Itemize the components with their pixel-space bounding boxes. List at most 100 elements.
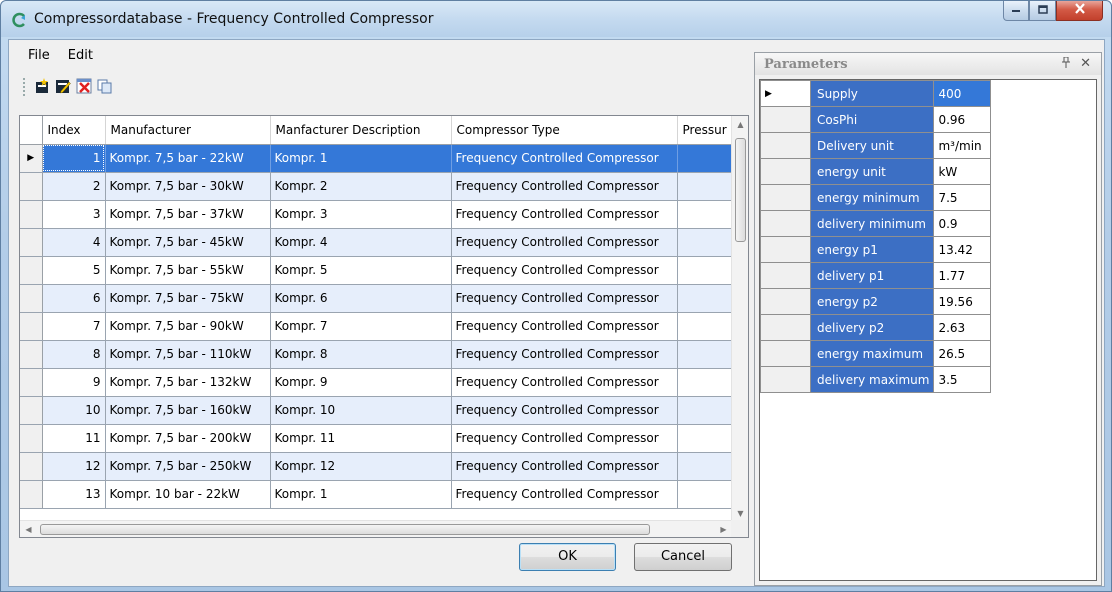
- parameter-row-header[interactable]: ▶: [760, 80, 811, 107]
- row-header[interactable]: [20, 200, 43, 229]
- scroll-left-icon[interactable]: ◀: [20, 521, 37, 537]
- parameter-value[interactable]: 7.5: [933, 184, 992, 211]
- column-header-index[interactable]: Index: [42, 116, 106, 145]
- cell-index[interactable]: 5: [42, 256, 106, 285]
- cell-pressure[interactable]: [677, 396, 736, 425]
- vertical-scroll-thumb[interactable]: [735, 138, 746, 242]
- cancel-button[interactable]: Cancel: [634, 543, 732, 571]
- parameter-row-header[interactable]: [760, 340, 811, 367]
- vertical-scrollbar[interactable]: ▲ ▼: [731, 116, 748, 522]
- parameter-row-header[interactable]: [760, 366, 811, 393]
- parameter-row-header[interactable]: [760, 158, 811, 185]
- cell-index[interactable]: 12: [42, 452, 106, 481]
- cell-pressure[interactable]: [677, 200, 736, 229]
- row-header[interactable]: [20, 340, 43, 369]
- cell-pressure[interactable]: [677, 256, 736, 285]
- cell-compressor-type[interactable]: Frequency Controlled Compressor: [451, 144, 678, 173]
- table-row[interactable]: 10 Kompr. 7,5 bar - 160kW Kompr. 10 Frequen…: [20, 396, 736, 425]
- row-header[interactable]: [20, 284, 43, 313]
- table-row[interactable]: 4 Kompr. 7,5 bar - 45kW Kompr. 4 Frequency …: [20, 228, 736, 257]
- panel-close-icon[interactable]: ✕: [1080, 56, 1091, 71]
- cell-manufacturer[interactable]: Kompr. 7,5 bar - 200kW: [105, 424, 271, 453]
- cell-compressor-type[interactable]: Frequency Controlled Compressor: [451, 340, 678, 369]
- cell-description[interactable]: Kompr. 11: [270, 424, 452, 453]
- parameter-row[interactable]: ▶ Supply 400: [760, 80, 992, 107]
- parameter-row[interactable]: delivery p2 2.63: [760, 314, 992, 341]
- cell-manufacturer[interactable]: Kompr. 7,5 bar - 75kW: [105, 284, 271, 313]
- parameter-row[interactable]: CosPhi 0.96: [760, 106, 992, 133]
- cell-description[interactable]: Kompr. 7: [270, 312, 452, 341]
- parameter-value[interactable]: 1.77: [933, 262, 992, 289]
- cell-manufacturer[interactable]: Kompr. 7,5 bar - 45kW: [105, 228, 271, 257]
- cell-compressor-type[interactable]: Frequency Controlled Compressor: [451, 200, 678, 229]
- compressor-grid[interactable]: Index Manufacturer Manfacturer Descripti…: [19, 115, 749, 538]
- menu-edit[interactable]: Edit: [59, 46, 102, 66]
- row-header[interactable]: [20, 452, 43, 481]
- row-header[interactable]: ▶: [20, 144, 43, 173]
- cell-index[interactable]: 10: [42, 396, 106, 425]
- cell-compressor-type[interactable]: Frequency Controlled Compressor: [451, 480, 678, 509]
- cell-pressure[interactable]: [677, 340, 736, 369]
- cell-compressor-type[interactable]: Frequency Controlled Compressor: [451, 312, 678, 341]
- parameter-row-header[interactable]: [760, 106, 811, 133]
- delete-record-button[interactable]: [75, 78, 93, 96]
- parameter-row[interactable]: energy p1 13.42: [760, 236, 992, 263]
- cell-compressor-type[interactable]: Frequency Controlled Compressor: [451, 256, 678, 285]
- parameter-row-header[interactable]: [760, 184, 811, 211]
- cell-pressure[interactable]: [677, 424, 736, 453]
- parameter-row-header[interactable]: [760, 314, 811, 341]
- maximize-button[interactable]: [1029, 1, 1056, 21]
- table-row[interactable]: 7 Kompr. 7,5 bar - 90kW Kompr. 7 Frequency …: [20, 312, 736, 341]
- cell-description[interactable]: Kompr. 1: [270, 144, 452, 173]
- parameter-value[interactable]: 19.56: [933, 288, 992, 315]
- table-row[interactable]: 2 Kompr. 7,5 bar - 30kW Kompr. 2 Frequency …: [20, 172, 736, 201]
- cell-description[interactable]: Kompr. 6: [270, 284, 452, 313]
- cell-index[interactable]: 7: [42, 312, 106, 341]
- row-header[interactable]: [20, 172, 43, 201]
- row-header[interactable]: [20, 256, 43, 285]
- row-header[interactable]: [20, 396, 43, 425]
- table-row[interactable]: 11 Kompr. 7,5 bar - 200kW Kompr. 11 Frequen…: [20, 424, 736, 453]
- table-row[interactable]: 3 Kompr. 7,5 bar - 37kW Kompr. 3 Frequency …: [20, 200, 736, 229]
- cell-index[interactable]: 11: [42, 424, 106, 453]
- edit-record-button[interactable]: [54, 78, 72, 96]
- cell-compressor-type[interactable]: Frequency Controlled Compressor: [451, 452, 678, 481]
- cell-pressure[interactable]: [677, 368, 736, 397]
- cell-pressure[interactable]: [677, 480, 736, 509]
- cell-manufacturer[interactable]: Kompr. 7,5 bar - 250kW: [105, 452, 271, 481]
- parameter-value[interactable]: 0.96: [933, 106, 992, 133]
- toolbar-grip[interactable]: [23, 78, 26, 96]
- cell-index[interactable]: 6: [42, 284, 106, 313]
- table-row[interactable]: 8 Kompr. 7,5 bar - 110kW Kompr. 8 Frequency…: [20, 340, 736, 369]
- cell-manufacturer[interactable]: Kompr. 7,5 bar - 110kW: [105, 340, 271, 369]
- parameter-row[interactable]: energy unit kW: [760, 158, 992, 185]
- parameter-value[interactable]: 13.42: [933, 236, 992, 263]
- cell-pressure[interactable]: [677, 144, 736, 173]
- cell-pressure[interactable]: [677, 284, 736, 313]
- parameters-grid[interactable]: ▶ Supply 400 CosPhi 0.96 Delivery unit m³/min e…: [759, 79, 1097, 581]
- horizontal-scroll-thumb[interactable]: [40, 524, 650, 535]
- parameter-value[interactable]: 3.5: [933, 366, 992, 393]
- ok-button[interactable]: OK: [519, 543, 616, 571]
- cell-description[interactable]: Kompr. 1: [270, 480, 452, 509]
- cell-manufacturer[interactable]: Kompr. 7,5 bar - 22kW: [105, 144, 271, 173]
- parameter-value[interactable]: m³/min: [933, 132, 992, 159]
- table-row[interactable]: 9 Kompr. 7,5 bar - 132kW Kompr. 9 Frequency…: [20, 368, 736, 397]
- cell-manufacturer[interactable]: Kompr. 7,5 bar - 132kW: [105, 368, 271, 397]
- cell-index[interactable]: 9: [42, 368, 106, 397]
- parameter-value[interactable]: 0.9: [933, 210, 992, 237]
- row-header[interactable]: [20, 368, 43, 397]
- cell-manufacturer[interactable]: Kompr. 7,5 bar - 160kW: [105, 396, 271, 425]
- parameter-value[interactable]: 400: [933, 80, 992, 107]
- table-row[interactable]: 13 Kompr. 10 bar - 22kW Kompr. 1 Frequency …: [20, 480, 736, 509]
- cell-manufacturer[interactable]: Kompr. 10 bar - 22kW: [105, 480, 271, 509]
- cell-compressor-type[interactable]: Frequency Controlled Compressor: [451, 424, 678, 453]
- cell-description[interactable]: Kompr. 12: [270, 452, 452, 481]
- cell-manufacturer[interactable]: Kompr. 7,5 bar - 90kW: [105, 312, 271, 341]
- parameter-row[interactable]: delivery p1 1.77: [760, 262, 992, 289]
- cell-description[interactable]: Kompr. 3: [270, 200, 452, 229]
- cell-pressure[interactable]: [677, 172, 736, 201]
- cell-manufacturer[interactable]: Kompr. 7,5 bar - 55kW: [105, 256, 271, 285]
- parameter-row-header[interactable]: [760, 262, 811, 289]
- cell-compressor-type[interactable]: Frequency Controlled Compressor: [451, 368, 678, 397]
